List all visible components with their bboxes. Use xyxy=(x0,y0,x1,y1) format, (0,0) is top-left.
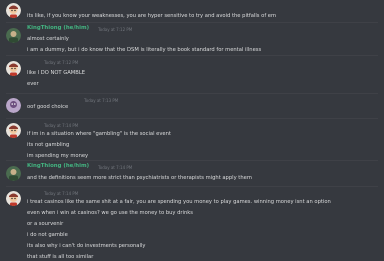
message-text: im spending my money xyxy=(27,153,89,159)
message-text: its like, if you know your weaknesses, y… xyxy=(27,13,277,19)
avatar[interactable] xyxy=(6,191,21,206)
author-name[interactable]: KingThiong (he/him) xyxy=(27,163,89,170)
message-text: even when i win at casinos? we go use th… xyxy=(27,210,193,216)
message-text: if im in a situation where "gambling" is… xyxy=(27,131,171,137)
message-timestamp: Today at 7:14 PM xyxy=(44,190,79,196)
avatar[interactable] xyxy=(6,3,21,18)
message-text: or a sourvenir xyxy=(27,221,64,227)
author-name[interactable]: KingThiong (he/him) xyxy=(27,25,89,32)
chat-message-list: its like, if you know your weaknesses, y… xyxy=(0,0,384,260)
message-divider xyxy=(6,160,378,161)
message-timestamp: Today at 7:12 PM xyxy=(98,26,133,32)
avatar[interactable] xyxy=(6,28,21,43)
message-text: its not gambling xyxy=(27,142,70,148)
message-divider xyxy=(6,186,378,187)
message-text: and the definitions seem more strict tha… xyxy=(27,175,252,181)
message-timestamp: Today at 7:12 PM xyxy=(44,59,79,65)
message-timestamp: Today at 7:14 PM xyxy=(98,164,133,170)
avatar[interactable] xyxy=(6,123,21,138)
message-text: ever xyxy=(27,81,39,87)
avatar[interactable] xyxy=(6,98,21,113)
message-text: i do not gamble xyxy=(27,232,68,238)
message-text: oof good choice xyxy=(27,104,69,110)
message-divider xyxy=(6,22,378,23)
message-timestamp: Today at 7:14 PM xyxy=(44,122,79,128)
message-text: i am a dummy, but i do know that the DSM… xyxy=(27,47,262,53)
message-divider xyxy=(6,118,378,119)
message-text: like I DO NOT GAMBLE xyxy=(27,70,85,76)
avatar[interactable] xyxy=(6,61,21,76)
avatar[interactable] xyxy=(6,166,21,181)
message-text: i treat casinos like the same shit at a … xyxy=(27,199,331,205)
message-divider xyxy=(6,93,378,94)
message-text: almost certainly xyxy=(27,36,69,42)
message-timestamp: Today at 7:13 PM xyxy=(84,97,119,103)
message-text: its also why i can't do investments pers… xyxy=(27,243,146,249)
message-divider xyxy=(6,55,378,56)
